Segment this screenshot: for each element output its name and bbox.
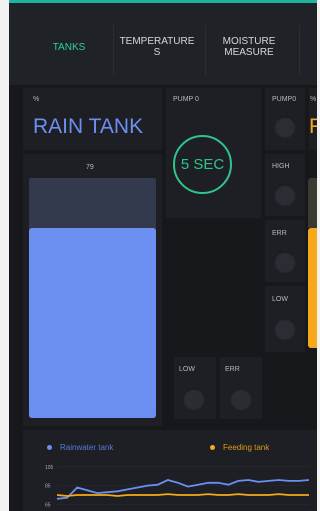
tab-moisture-measure-label: MOISTURE MEASURE <box>222 36 276 58</box>
pump-timer-label: PUMP 0 <box>173 96 199 103</box>
high-led-label: HIGH <box>272 163 290 170</box>
err-led-indicator <box>274 251 296 273</box>
pump-led-indicator <box>274 116 296 138</box>
tab-divider <box>113 25 114 75</box>
bottom-err-led-indicator <box>230 388 252 410</box>
bottom-err-led-label: ERR <box>225 366 240 373</box>
chart-y-tick-label: 105 <box>45 465 54 471</box>
tab-bar: TANKS TEMPERATURE S MOISTURE MEASURE <box>9 3 317 85</box>
legend-feeding[interactable]: Feeding tank <box>210 443 269 452</box>
feeding-tank-title: F <box>309 115 317 138</box>
rain-tank-level-fill <box>29 228 156 418</box>
feeding-tank-level-fill <box>308 228 317 348</box>
err-led-label: ERR <box>272 230 287 237</box>
low-led-label: LOW <box>272 296 288 303</box>
tab-divider <box>205 25 206 75</box>
bottom-low-led-indicator <box>183 388 205 410</box>
chart-y-tick-label: 85 <box>45 484 51 490</box>
rainwater-series-line <box>56 479 310 500</box>
legend-rainwater-dot <box>47 445 52 450</box>
app-screen: TANKS TEMPERATURE S MOISTURE MEASURE % R… <box>9 0 317 511</box>
tab-temperatures-label: TEMPERATURE S <box>119 36 195 58</box>
low-led-indicator <box>274 318 296 340</box>
rain-tank-value: 79 <box>86 164 94 171</box>
chart-y-tick-label: 65 <box>45 502 51 508</box>
pump-timer-value: 5 SEC <box>180 156 225 173</box>
high-led-indicator <box>274 184 296 206</box>
chart-lines <box>56 479 310 500</box>
legend-rainwater[interactable]: Rainwater tank <box>47 443 113 452</box>
pump-timer-button[interactable]: 5 SEC <box>173 135 232 194</box>
history-line-chart: 105 85 65 <box>45 465 310 509</box>
tab-tanks[interactable]: TANKS <box>33 21 105 73</box>
pump-led-label: PUMP0 <box>272 96 297 103</box>
tab-temperatures[interactable]: TEMPERATURE S <box>117 21 197 73</box>
tab-moisture-measure[interactable]: MOISTURE MEASURE <box>209 21 289 73</box>
feeding-series-line <box>56 493 309 497</box>
rain-tank-title: RAIN TANK <box>33 115 144 138</box>
rain-tank-unit: % <box>33 96 40 103</box>
feeding-tank-level-track <box>308 178 317 228</box>
tab-divider <box>299 25 300 75</box>
feeding-tank-unit: % <box>310 96 317 103</box>
bottom-low-led-label: LOW <box>179 366 195 373</box>
tab-tanks-label: TANKS <box>52 41 86 53</box>
legend-feeding-label: Feeding tank <box>223 443 270 452</box>
legend-rainwater-label: Rainwater tank <box>60 443 114 452</box>
legend-feeding-dot <box>210 445 215 450</box>
chart-y-ticks: 105 85 65 <box>45 465 54 509</box>
